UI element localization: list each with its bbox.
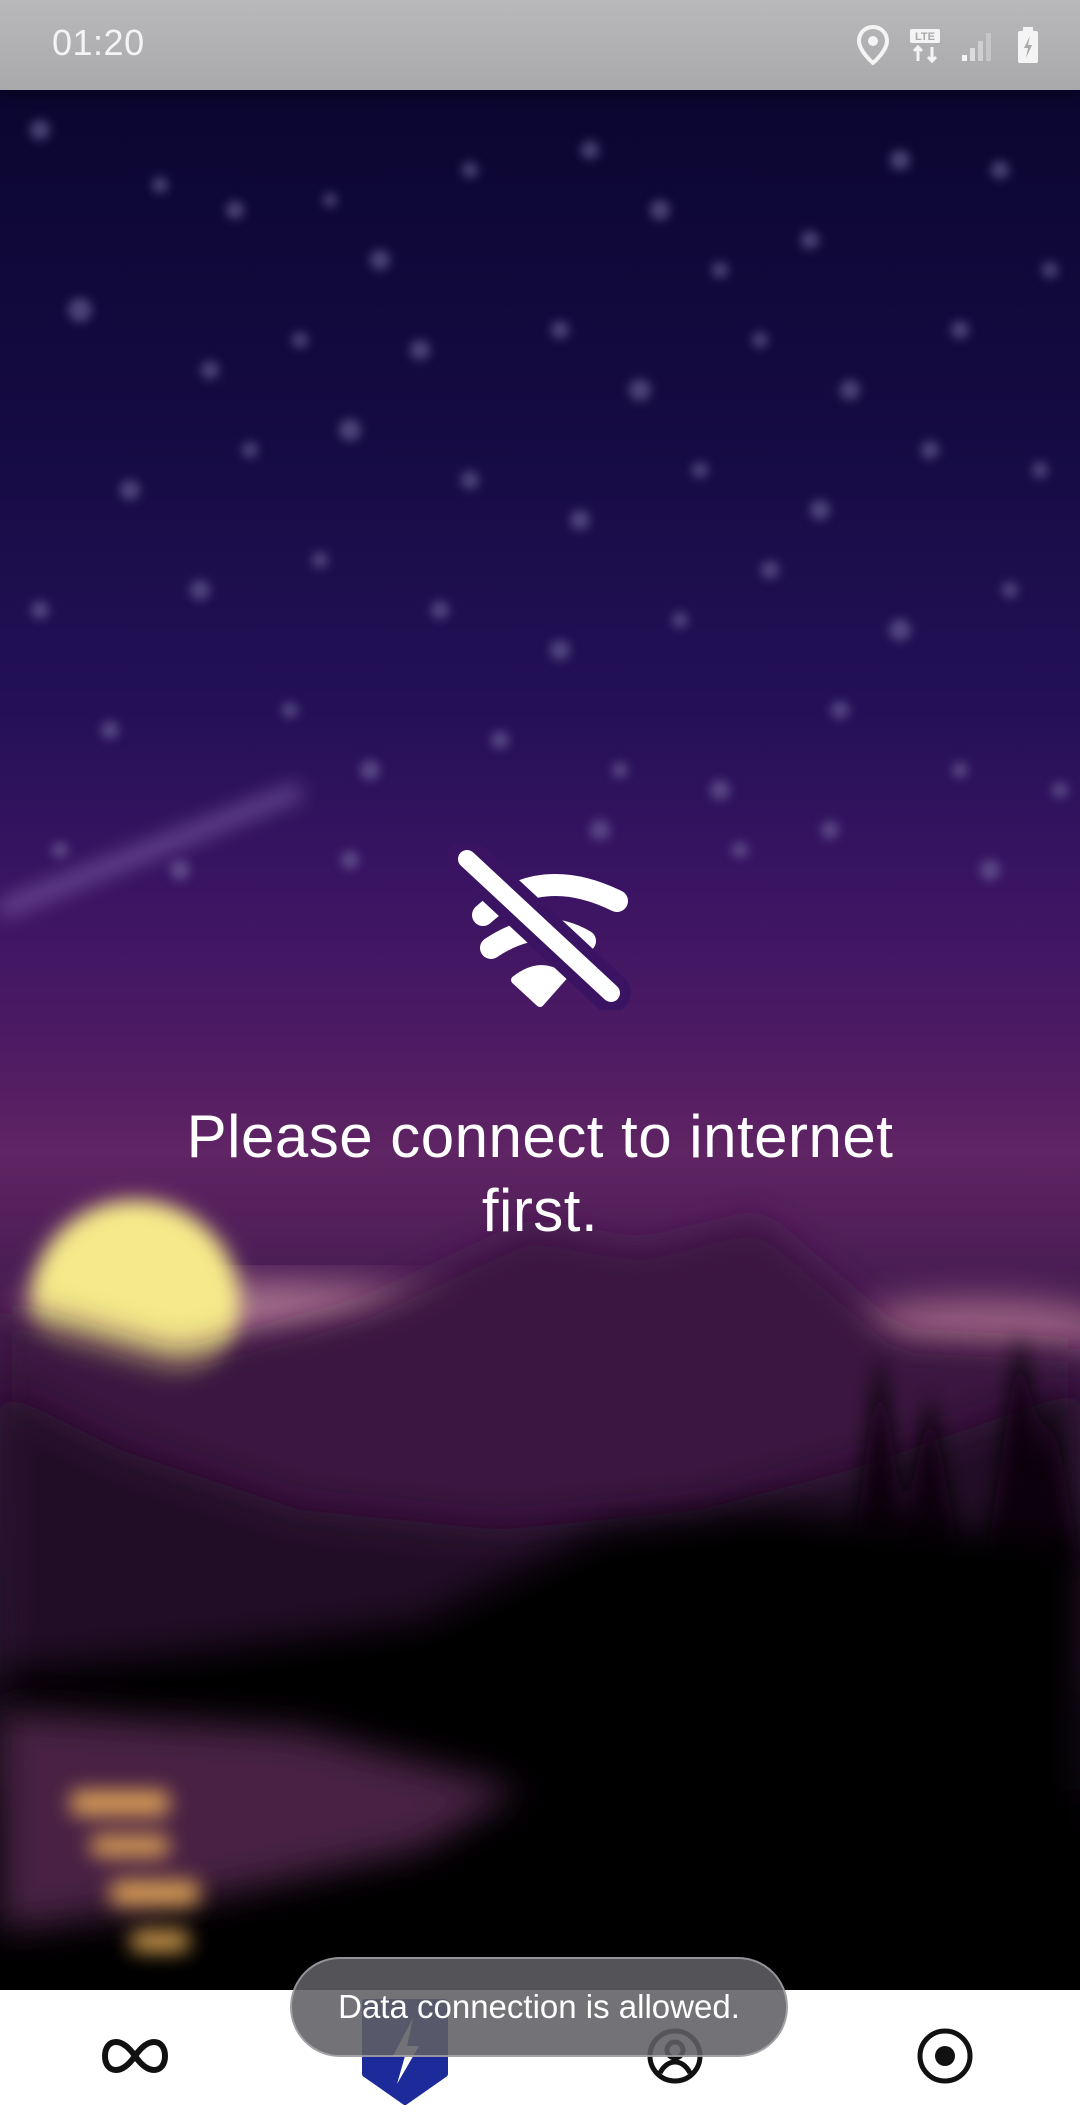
svg-text:LTE: LTE <box>915 31 935 43</box>
lte-icon: LTE <box>910 29 940 63</box>
location-icon <box>856 25 890 65</box>
app-screen: 01:20 LTE Please connect to internet fir… <box>0 0 1080 2122</box>
record-icon <box>917 2028 973 2084</box>
status-time: 01:20 <box>52 22 145 63</box>
no-internet-message: Please connect to internet first. <box>186 1103 894 1244</box>
status-icons: LTE <box>856 20 1040 70</box>
status-bar: 01:20 LTE <box>0 0 1080 90</box>
toast-notification: Data connection is allowed. <box>290 1957 788 2057</box>
no-internet-panel: Please connect to internet first. <box>0 845 1080 1248</box>
nav-item-infinity[interactable] <box>0 1990 270 2122</box>
infinity-icon <box>102 2038 168 2074</box>
toast-text: Data connection is allowed. <box>338 1988 740 2025</box>
battery-charging-icon <box>1018 27 1038 63</box>
signal-icon <box>962 33 991 61</box>
wifi-off-icon <box>447 845 631 1010</box>
nav-item-record[interactable] <box>810 1990 1080 2122</box>
